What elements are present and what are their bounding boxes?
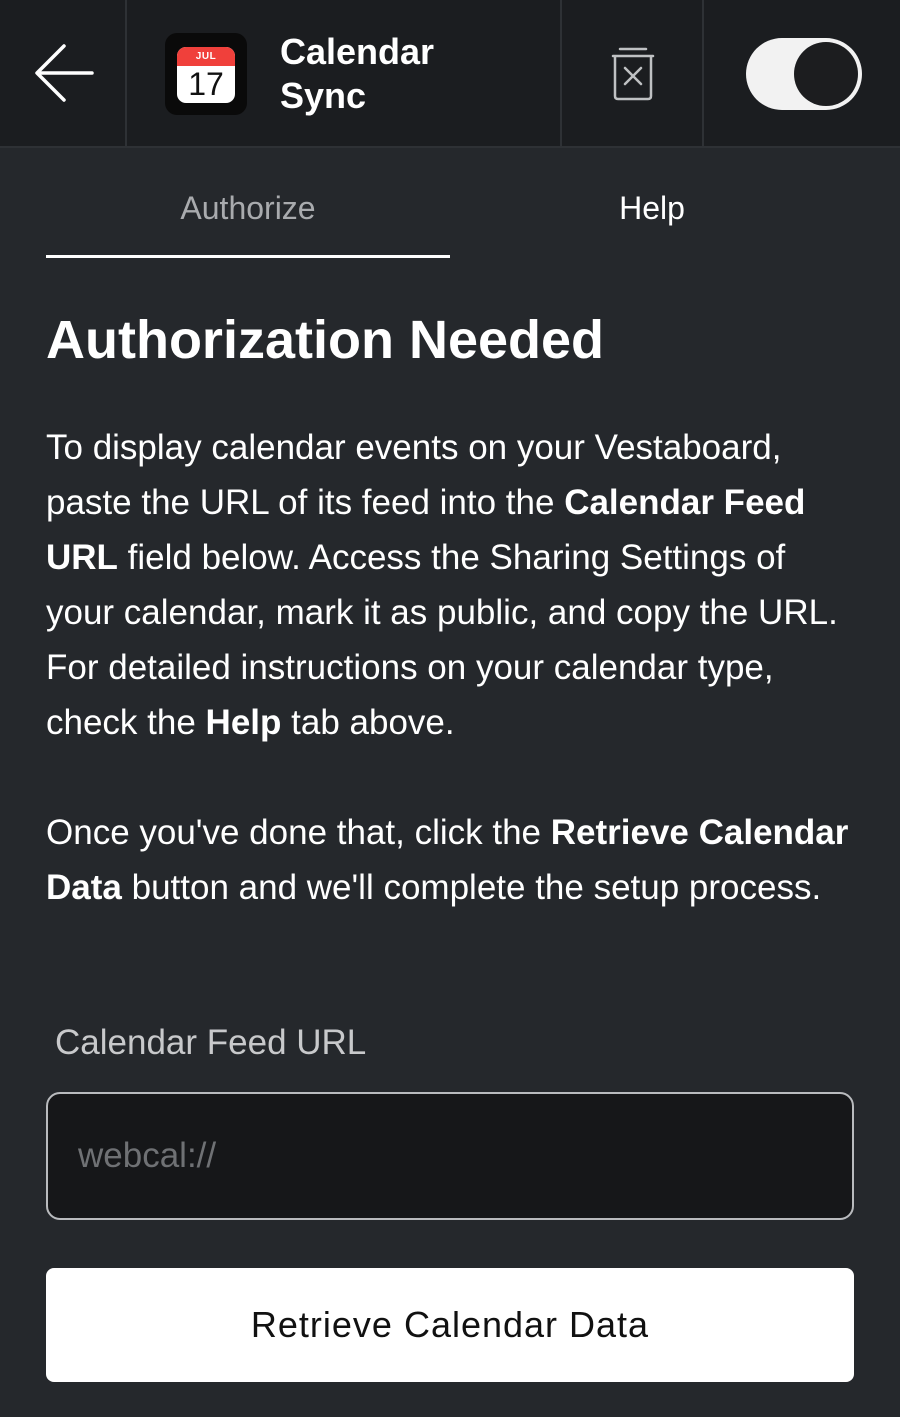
next-step-text: button and we'll complete the setup proc… — [121, 868, 822, 907]
instructions-paragraph: To display calendar events on your Vesta… — [46, 420, 856, 750]
tab-authorize[interactable]: Authorize — [46, 188, 450, 228]
trash-icon[interactable] — [610, 46, 656, 102]
instructions-help-ref: Help — [205, 703, 282, 742]
arrow-left-icon[interactable] — [34, 42, 94, 104]
tab-help[interactable]: Help — [450, 188, 854, 228]
calendar-icon-day: 17 — [188, 66, 224, 102]
calendar-icon-page: JUL 17 — [177, 47, 235, 103]
back-cell — [0, 0, 127, 146]
toggle-knob — [794, 42, 858, 106]
delete-cell — [562, 0, 704, 146]
calendar-icon: JUL 17 — [165, 33, 247, 115]
instructions-text: tab above. — [281, 703, 455, 742]
page-title: Authorization Needed — [46, 310, 605, 370]
tab-bar: Authorize Help — [0, 148, 900, 260]
active-tab-indicator — [46, 255, 450, 258]
retrieve-calendar-data-button[interactable]: Retrieve Calendar Data — [46, 1268, 854, 1382]
next-step-text: Once you've done that, click the — [46, 813, 551, 852]
calendar-icon-month: JUL — [177, 47, 235, 66]
app-title: Calendar Sync — [280, 31, 435, 116]
calendar-feed-url-label: Calendar Feed URL — [55, 1023, 367, 1062]
app-info: JUL 17 Calendar Sync — [127, 0, 562, 146]
app-header: JUL 17 Calendar Sync — [0, 0, 900, 148]
enable-toggle[interactable] — [746, 38, 862, 110]
toggle-cell — [704, 0, 900, 146]
next-step-paragraph: Once you've done that, click the Retriev… — [46, 805, 856, 915]
calendar-feed-url-input[interactable] — [46, 1092, 854, 1220]
